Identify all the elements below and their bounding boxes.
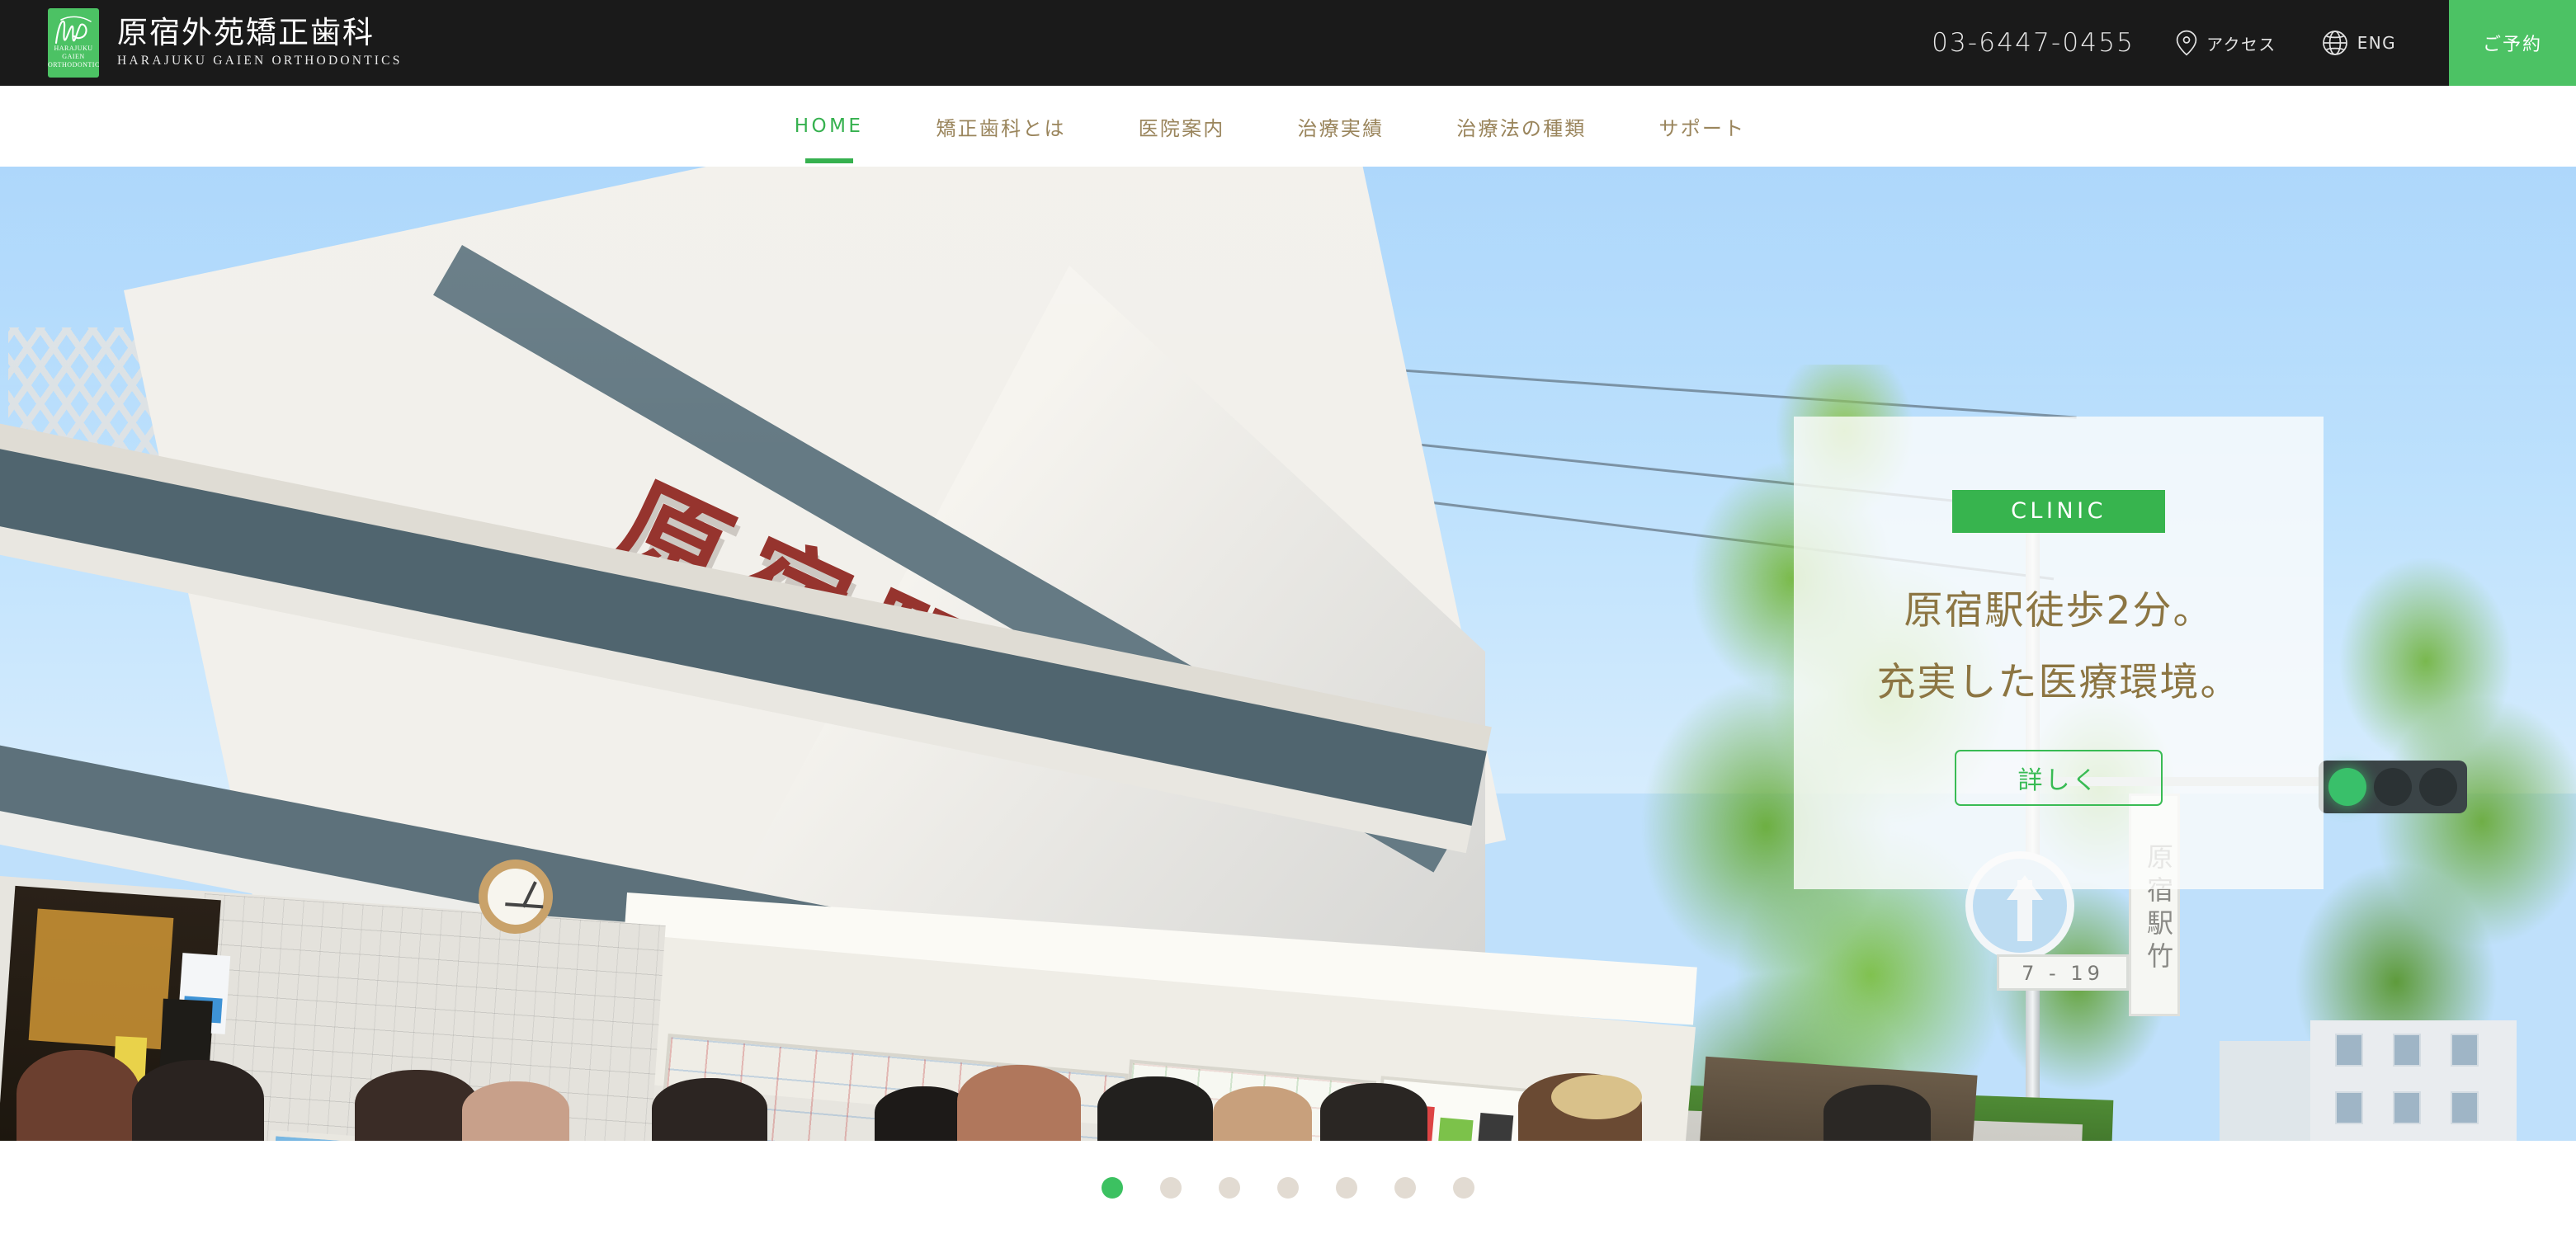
hero-headline-line1: 原宿駅徒歩2分。 xyxy=(1904,588,2214,633)
poster-swatch xyxy=(1436,1117,1474,1141)
hero-card: CLINIC 原宿駅徒歩2分。 充実した医療環境。 詳しく xyxy=(1794,417,2324,889)
window xyxy=(2335,1034,2363,1067)
brand-title-en: HARAJUKU GAIEN ORTHODONTICS xyxy=(117,53,403,68)
traffic-light xyxy=(2319,761,2467,813)
window xyxy=(2451,1034,2479,1067)
site-header: HARAJUKU GAIEN ORTHODONTICS 原宿外苑矯正歯科 HAR… xyxy=(0,0,2576,86)
building-right xyxy=(2310,1020,2517,1141)
street-number-sign: 7 - 19 xyxy=(1997,954,2129,991)
nav-item-treatments[interactable]: 治療法の種類 xyxy=(1456,112,1586,141)
nav-item-clinic-info[interactable]: 医院案内 xyxy=(1139,112,1225,141)
nav-items: HOME 矯正歯科とは 医院案内 治療実績 治療法の種類 サポート xyxy=(795,112,1782,141)
brand-logo[interactable]: HARAJUKU GAIEN ORTHODONTICS 原宿外苑矯正歯科 HAR… xyxy=(48,8,403,78)
nav-item-support[interactable]: サポート xyxy=(1659,112,1746,141)
poster-swatch xyxy=(1475,1112,1514,1141)
building-background xyxy=(2220,1041,2310,1141)
carousel-dot-1[interactable] xyxy=(1102,1176,1123,1199)
logo-mark-line3: ORTHODONTICS xyxy=(48,61,99,68)
window xyxy=(2393,1034,2421,1067)
logo-mark-icon: HARAJUKU GAIEN ORTHODONTICS xyxy=(48,8,99,78)
reserve-button[interactable]: ご予約 xyxy=(2449,0,2576,86)
person-silhouette xyxy=(132,1060,264,1141)
nav-item-about-ortho[interactable]: 矯正歯科とは xyxy=(936,112,1065,141)
hero-detail-button[interactable]: 詳しく xyxy=(1955,750,2163,806)
doorway-light xyxy=(28,908,174,1050)
traffic-light-amber xyxy=(2373,768,2412,806)
logo-mark-line1: HARAJUKU xyxy=(54,45,93,52)
carousel-dot-3[interactable] xyxy=(1219,1176,1240,1199)
carousel-pagination xyxy=(0,1141,2576,1234)
map-pin-icon xyxy=(2176,30,2197,56)
carousel-dot-7[interactable] xyxy=(1453,1176,1474,1199)
globe-icon xyxy=(2322,30,2348,56)
person-silhouette xyxy=(652,1078,767,1141)
window xyxy=(2335,1091,2363,1124)
brand-title-jp: 原宿外苑矯正歯科 xyxy=(117,15,375,51)
nav-item-results[interactable]: 治療実績 xyxy=(1297,112,1384,141)
clinic-badge[interactable]: CLINIC xyxy=(1952,490,2165,533)
carousel-dot-6[interactable] xyxy=(1394,1176,1416,1199)
window xyxy=(2451,1091,2479,1124)
header-actions: 03-6447-0455 アクセス ENG ご予約 xyxy=(1932,0,2576,86)
access-label: アクセス xyxy=(2206,34,2276,54)
person-silhouette xyxy=(1213,1086,1312,1141)
language-label: ENG xyxy=(2357,33,2396,53)
carousel-dot-2[interactable] xyxy=(1160,1176,1182,1199)
language-switcher[interactable]: ENG xyxy=(2322,30,2396,56)
logo-mark-line2: GAIEN xyxy=(62,53,85,60)
carousel-dot-4[interactable] xyxy=(1277,1176,1299,1199)
person-silhouette xyxy=(957,1065,1081,1141)
person-silhouette xyxy=(1320,1083,1427,1141)
hero-headline-line2: 充実した医療環境。 xyxy=(1876,660,2241,705)
traffic-light-green xyxy=(2328,768,2367,806)
person-silhouette xyxy=(1823,1085,1931,1141)
main-navigation: HOME 矯正歯科とは 医院案内 治療実績 治療法の種類 サポート xyxy=(0,86,2576,167)
window xyxy=(2393,1091,2421,1124)
person-silhouette xyxy=(462,1081,569,1141)
person-silhouette xyxy=(17,1050,140,1141)
traffic-light-red xyxy=(2418,768,2457,806)
nav-item-home[interactable]: HOME xyxy=(795,115,864,137)
access-link[interactable]: アクセス xyxy=(2176,30,2276,56)
straw-hat xyxy=(1551,1075,1642,1119)
brand-text: 原宿外苑矯正歯科 HARAJUKU GAIEN ORTHODONTICS xyxy=(117,15,403,68)
carousel-dot-5[interactable] xyxy=(1336,1176,1357,1199)
person-silhouette xyxy=(1097,1076,1213,1141)
phone-number[interactable]: 03-6447-0455 xyxy=(1932,28,2135,58)
person-silhouette xyxy=(355,1070,479,1141)
hero-carousel[interactable]: 7 - 19 原宿駅竹 を守わりだぜ 原宿駅 xyxy=(0,167,2576,1141)
